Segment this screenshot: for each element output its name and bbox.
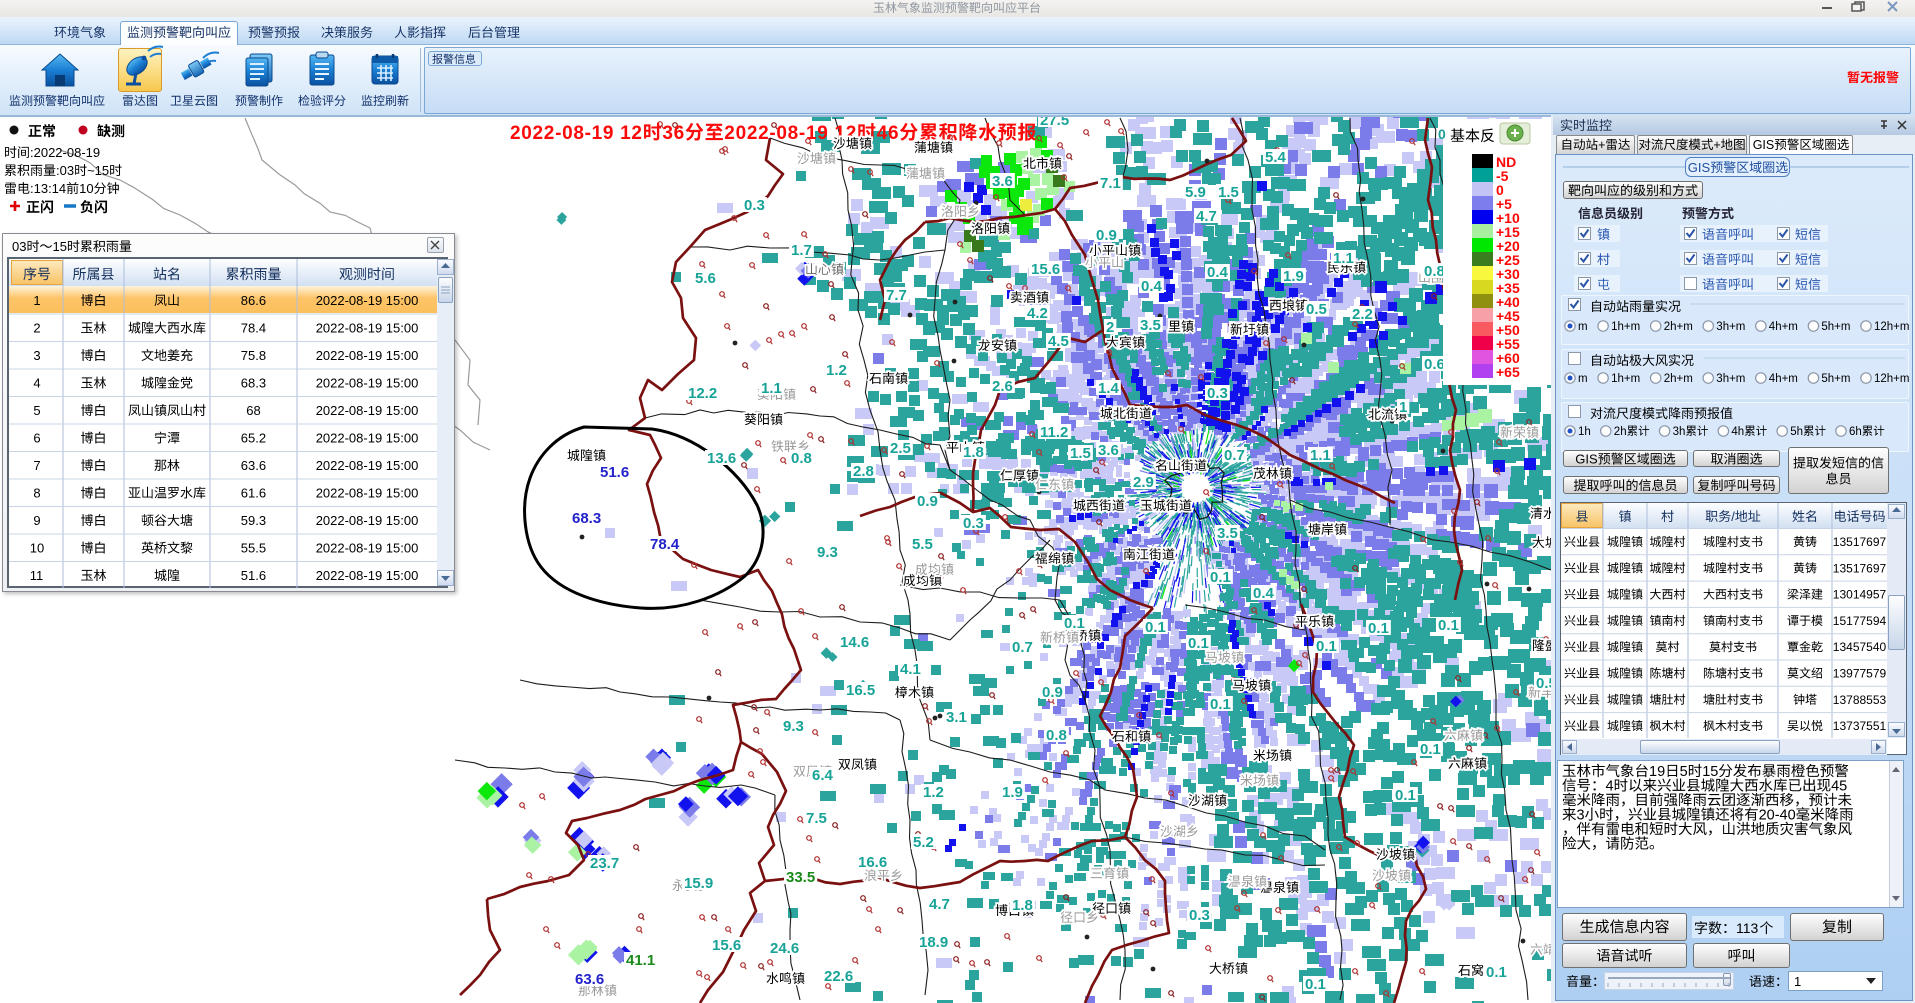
svg-text:55.5: 55.5 [241,541,266,556]
svg-text:2h+m: 2h+m [1664,321,1693,333]
svg-text:2: 2 [33,321,40,336]
svg-text:13014957: 13014957 [1833,588,1887,602]
svg-text:78.4: 78.4 [241,321,266,336]
svg-text:2022-08-19 15:00: 2022-08-19 15:00 [316,486,419,501]
svg-text:2022-08-19 15:00: 2022-08-19 15:00 [316,541,419,556]
svg-text:5h+m: 5h+m [1821,373,1850,385]
svg-text:59.3: 59.3 [241,513,266,528]
svg-text:12h+m: 12h+m [1874,321,1909,333]
svg-text:68: 68 [246,403,260,418]
svg-text:10: 10 [30,541,44,556]
svg-text:15: 15 [1702,764,1718,780]
svg-text:13457540: 13457540 [1833,640,1887,654]
svg-text:75.8: 75.8 [241,348,266,363]
svg-text:13517697: 13517697 [1833,535,1887,549]
svg-text:/: / [1731,509,1735,524]
svg-text:6h: 6h [1849,426,1862,438]
svg-text:2022-08-19 15:00: 2022-08-19 15:00 [316,568,419,583]
svg-text:m: m [1578,373,1588,385]
svg-text:12h+m: 12h+m [1874,373,1909,385]
svg-text:m: m [1578,321,1588,333]
svg-text:1h+m: 1h+m [1611,373,1640,385]
svg-text:1: 1 [1794,974,1801,989]
svg-text:15177594: 15177594 [1833,614,1887,628]
svg-text:9: 9 [33,513,40,528]
svg-text:GIS: GIS [1688,160,1711,175]
svg-text:4h+m: 4h+m [1769,321,1798,333]
svg-text:1: 1 [33,293,40,308]
svg-text:+: + [1598,138,1605,152]
svg-text:2022-08-19 15:00: 2022-08-19 15:00 [316,348,419,363]
svg-text:61.6: 61.6 [241,486,266,501]
svg-text:1h: 1h [1578,426,1591,438]
svg-text:2h+m: 2h+m [1664,373,1693,385]
svg-text:86.6: 86.6 [241,293,266,308]
svg-text:3h+m: 3h+m [1716,321,1745,333]
svg-text:19: 19 [1649,764,1665,780]
svg-text:2022-08-19 15:00: 2022-08-19 15:00 [316,513,419,528]
svg-text:3: 3 [33,348,40,363]
svg-text:3h: 3h [1673,426,1686,438]
svg-text:2022-08-19 15:00: 2022-08-19 15:00 [316,458,419,473]
svg-text:4: 4 [33,376,40,391]
svg-text:11: 11 [30,568,44,583]
svg-text:13977579: 13977579 [1833,667,1887,681]
svg-text:2022-08-19 15:00: 2022-08-19 15:00 [316,403,419,418]
svg-text:45: 45 [1831,779,1847,795]
svg-text:5h+m: 5h+m [1821,321,1850,333]
svg-text:7: 7 [33,458,40,473]
svg-text:51.6: 51.6 [241,568,266,583]
svg-text:4h+m: 4h+m [1769,373,1798,385]
svg-text:GIS: GIS [1753,138,1775,152]
svg-text:63.6: 63.6 [241,458,266,473]
svg-text:6: 6 [33,431,40,446]
svg-text:5: 5 [33,403,40,418]
svg-text:20-40: 20-40 [1759,808,1796,824]
svg-text:5h: 5h [1790,426,1803,438]
svg-text:65.2: 65.2 [241,431,266,446]
svg-text:113: 113 [1736,920,1759,936]
svg-text:3: 3 [1577,808,1585,824]
svg-text:2022-08-19 15:00: 2022-08-19 15:00 [316,293,419,308]
svg-text:4: 4 [1606,779,1614,795]
svg-text:68.3: 68.3 [241,376,266,391]
svg-text:2h: 2h [1614,426,1627,438]
svg-text:13788553: 13788553 [1833,693,1887,707]
svg-text:13737551: 13737551 [1833,719,1887,733]
svg-text:+: + [1713,138,1720,152]
svg-text:1h+m: 1h+m [1611,321,1640,333]
svg-text:03: 03 [12,239,26,254]
svg-text:2022-08-19 15:00: 2022-08-19 15:00 [316,431,419,446]
svg-text:8: 8 [33,486,40,501]
svg-text:GIS: GIS [1575,452,1598,467]
svg-text:5: 5 [1680,764,1688,780]
svg-text:2022-08-19 15:00: 2022-08-19 15:00 [316,376,419,391]
svg-text:15: 15 [53,239,67,254]
svg-text:2022-08-19 15:00: 2022-08-19 15:00 [316,321,419,336]
svg-text:13517697: 13517697 [1833,561,1887,575]
svg-text:4h: 4h [1731,426,1744,438]
svg-text:3h+m: 3h+m [1716,373,1745,385]
